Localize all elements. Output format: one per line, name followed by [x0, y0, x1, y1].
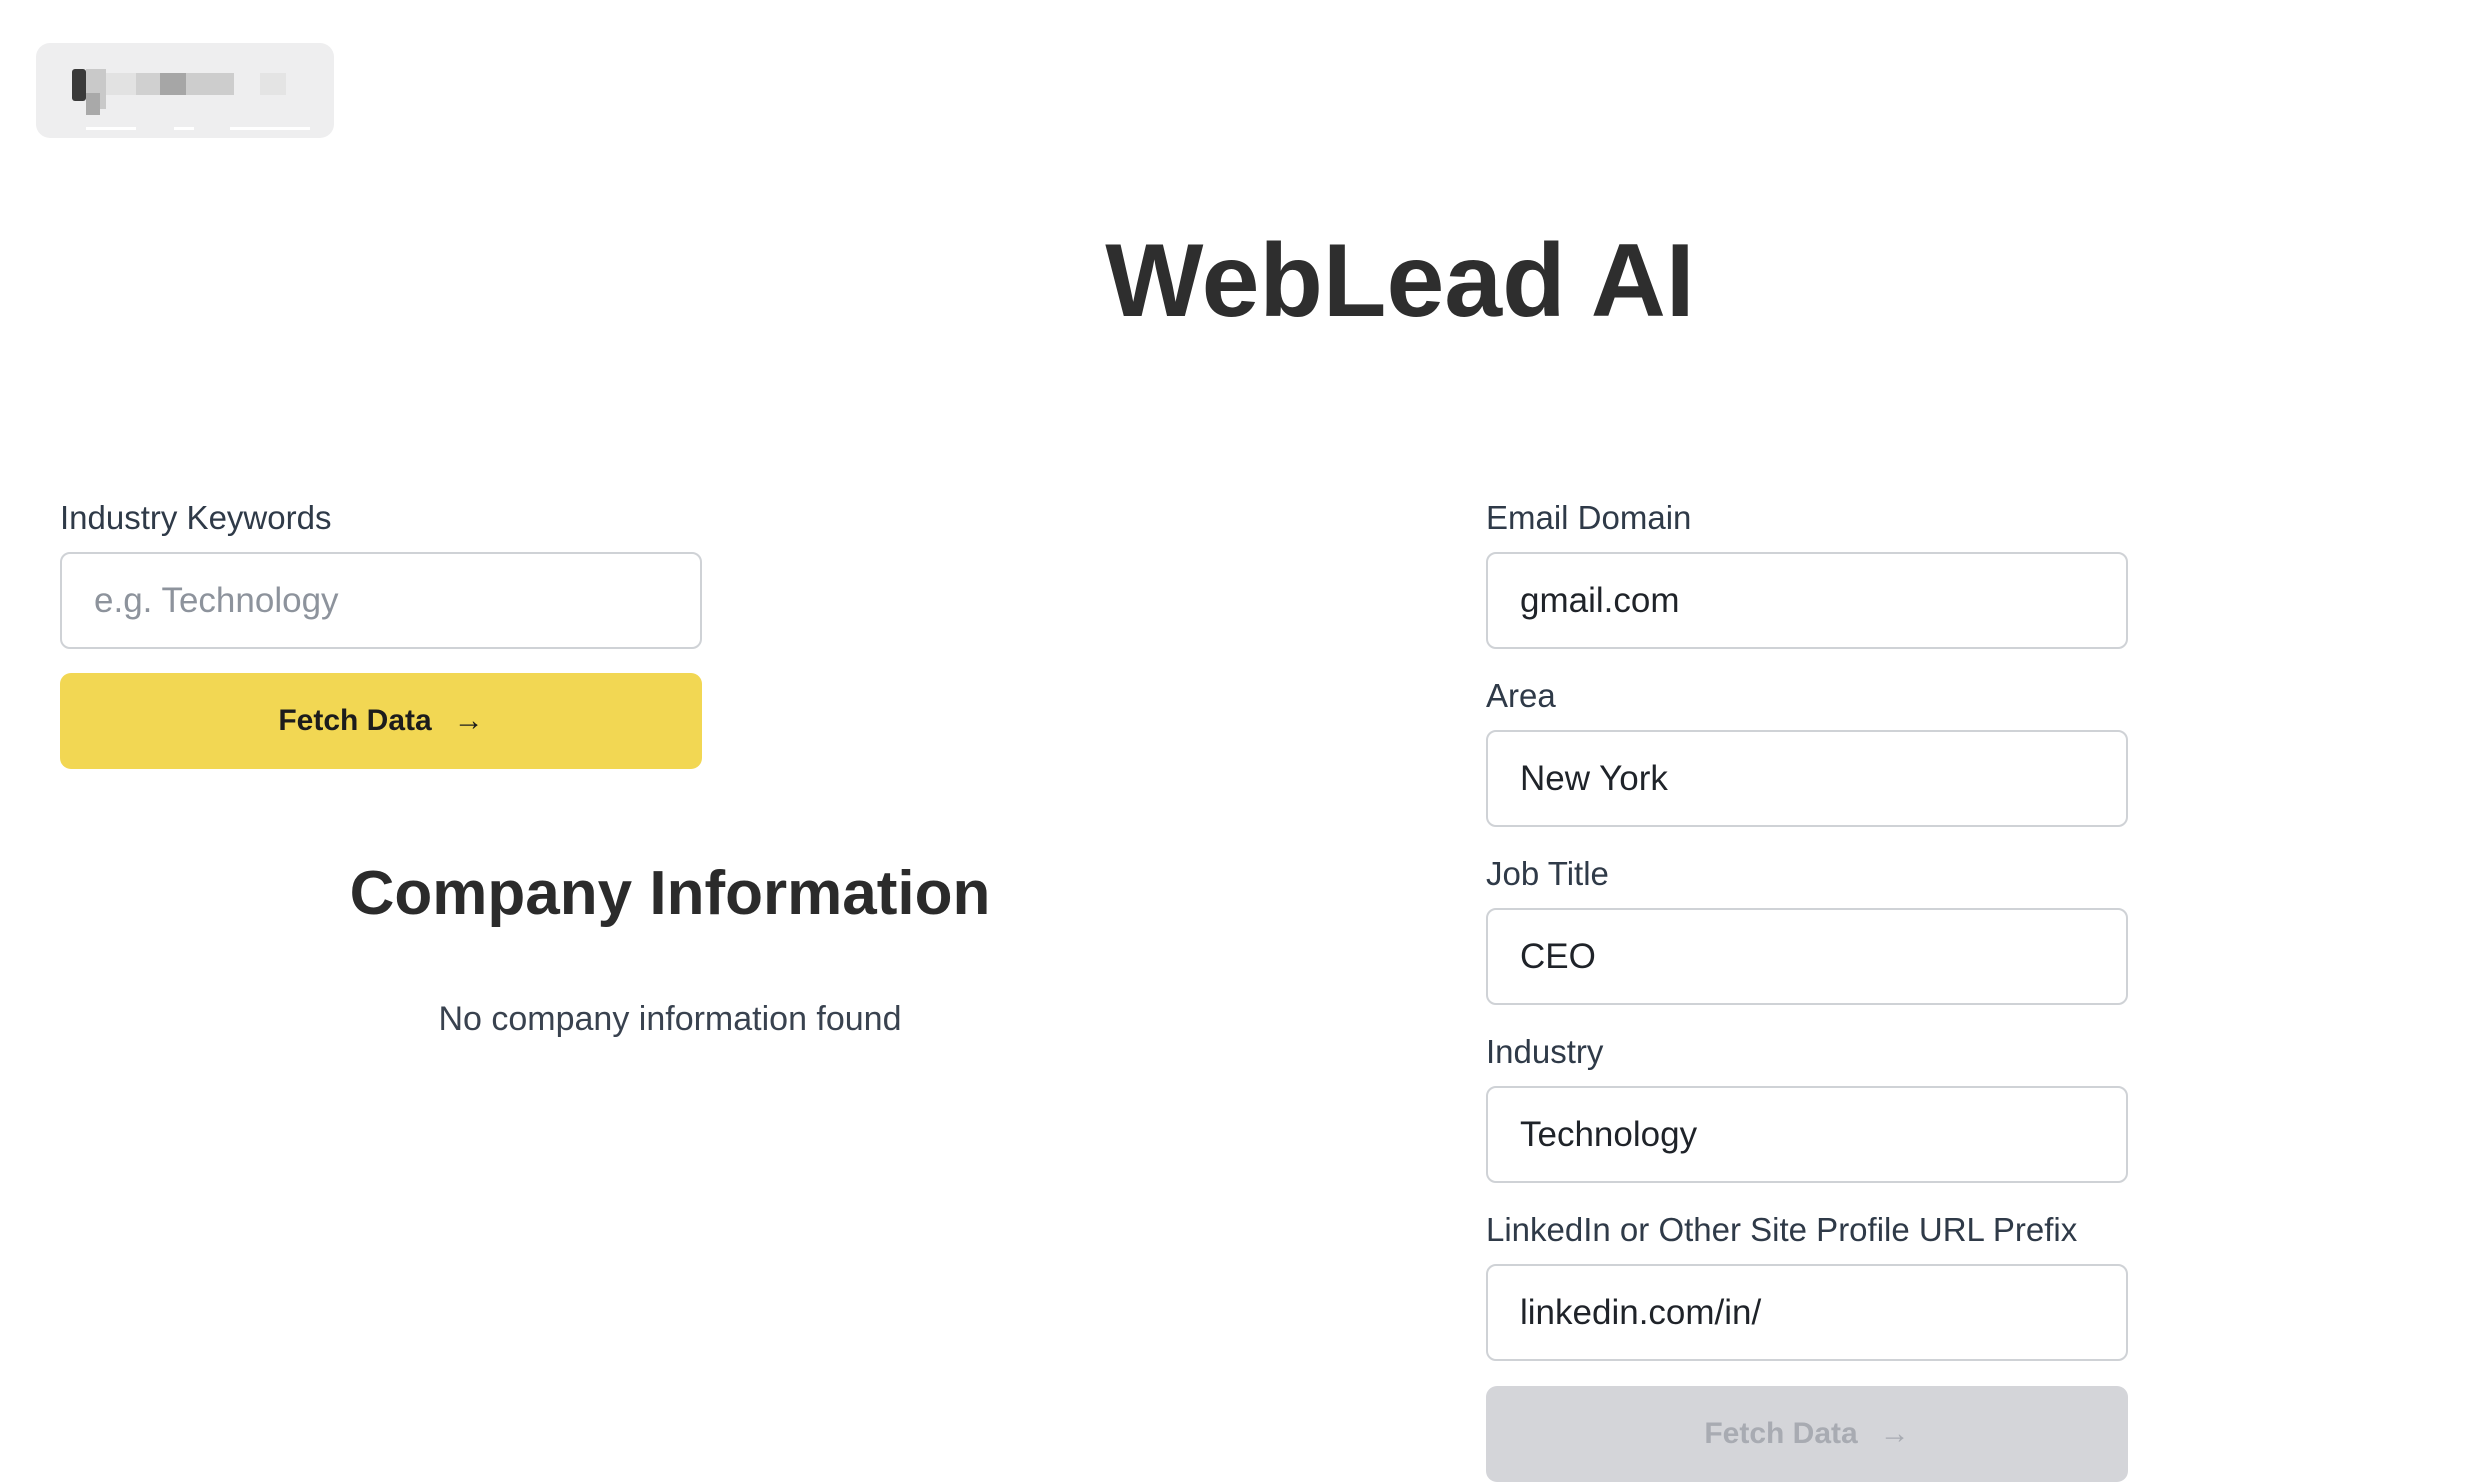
fetch-company-data-button[interactable]: Fetch Data → [60, 673, 702, 769]
arrow-right-icon: → [1879, 1417, 1910, 1450]
job-title-label: Job Title [1486, 855, 1609, 892]
area-label: Area [1486, 677, 1556, 714]
email-domain-input[interactable] [1486, 552, 2128, 649]
profile-url-prefix-input[interactable] [1486, 1264, 2128, 1361]
job-title-input[interactable] [1486, 908, 2128, 1005]
logo-icon [72, 69, 86, 101]
company-information-heading: Company Information [349, 859, 991, 928]
company-information-empty-message: No company information found [438, 1000, 902, 1038]
industry-keywords-input[interactable] [60, 552, 702, 649]
industry-input[interactable] [1486, 1086, 2128, 1183]
email-domain-label: Email Domain [1486, 499, 1692, 536]
fetch-company-data-label: Fetch Data [278, 704, 432, 737]
logo-badge [36, 43, 334, 138]
arrow-right-icon: → [453, 704, 484, 737]
area-input[interactable] [1486, 730, 2128, 827]
fetch-leads-data-label: Fetch Data [1704, 1417, 1858, 1450]
industry-label: Industry [1486, 1033, 1604, 1070]
fetch-leads-data-button[interactable]: Fetch Data → [1486, 1386, 2128, 1482]
page-title: WebLead AI [1105, 223, 1695, 339]
industry-keywords-label: Industry Keywords [60, 499, 332, 536]
profile-url-prefix-label: LinkedIn or Other Site Profile URL Prefi… [1486, 1211, 2078, 1248]
